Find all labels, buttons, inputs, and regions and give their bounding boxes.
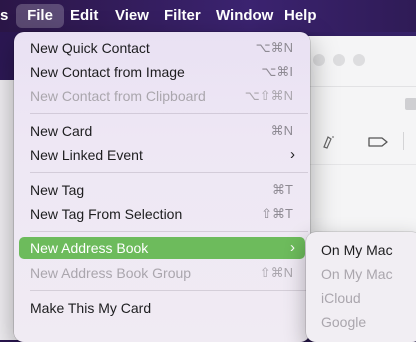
- menu-item-new-address-book-group: New Address Book Group ⇧⌘N: [19, 262, 305, 284]
- menu-item-new-tag[interactable]: New Tag ⌘T: [19, 179, 305, 201]
- menubar-view[interactable]: View: [115, 6, 149, 26]
- submenu-item-on-my-mac-disabled: On My Mac: [321, 266, 393, 282]
- menu-bar: s File Edit View Filter Window Help: [0, 0, 416, 32]
- menu-separator: [30, 231, 308, 232]
- menubar-window[interactable]: Window: [216, 6, 273, 26]
- window-minimize-button[interactable]: [333, 54, 345, 66]
- menu-item-new-card[interactable]: New Card ⌘N: [19, 120, 305, 142]
- window-close-button[interactable]: [313, 54, 325, 66]
- chevron-right-icon: ›: [290, 146, 295, 163]
- menu-item-new-quick-contact[interactable]: New Quick Contact ⌥⌘N: [19, 37, 305, 59]
- menu-item-new-linked-event[interactable]: New Linked Event ›: [19, 144, 305, 166]
- shortcut: ⇧⌘N: [259, 265, 293, 280]
- tag-icon[interactable]: [367, 134, 389, 150]
- menu-item-new-contact-from-image[interactable]: New Contact from Image ⌥⌘I: [19, 61, 305, 83]
- submenu-item-google: Google: [321, 314, 367, 330]
- menubar-file-label: File: [27, 7, 53, 24]
- menu-separator: [30, 290, 308, 291]
- menubar-edit[interactable]: Edit: [70, 6, 98, 26]
- menubar-file[interactable]: File: [16, 4, 64, 28]
- format-icon[interactable]: [320, 134, 338, 150]
- menu-item-new-tag-from-selection[interactable]: New Tag From Selection ⇧⌘T: [19, 203, 305, 225]
- menu-separator: [30, 113, 308, 114]
- shortcut: ⌘T: [272, 182, 293, 197]
- shortcut: ⌥⌘N: [255, 40, 293, 55]
- shortcut: ⌥⌘I: [261, 64, 293, 79]
- file-menu: New Quick Contact ⌥⌘N New Contact from I…: [14, 32, 310, 342]
- submenu-item-icloud: iCloud: [321, 290, 361, 306]
- menu-item-make-this-my-card[interactable]: Make This My Card: [19, 297, 305, 319]
- window-zoom-button[interactable]: [353, 54, 365, 66]
- toolbar-separator: [403, 132, 404, 150]
- menu-separator: [30, 172, 308, 173]
- toolbar-chip: [405, 98, 416, 110]
- chevron-right-icon: ›: [290, 239, 295, 256]
- shortcut: ⌥⇧⌘N: [244, 88, 293, 103]
- menubar-app-name[interactable]: s: [0, 6, 8, 26]
- new-address-book-submenu: On My Mac On My Mac iCloud Google: [306, 232, 416, 342]
- shortcut: ⇧⌘T: [261, 206, 293, 221]
- menubar-filter[interactable]: Filter: [164, 6, 201, 26]
- menu-item-new-address-book[interactable]: New Address Book ›: [19, 237, 305, 259]
- submenu-item-on-my-mac[interactable]: On My Mac: [321, 239, 393, 261]
- shortcut: ⌘N: [270, 123, 293, 138]
- menubar-help[interactable]: Help: [284, 6, 317, 26]
- menu-item-new-contact-from-clipboard: New Contact from Clipboard ⌥⇧⌘N: [19, 85, 305, 107]
